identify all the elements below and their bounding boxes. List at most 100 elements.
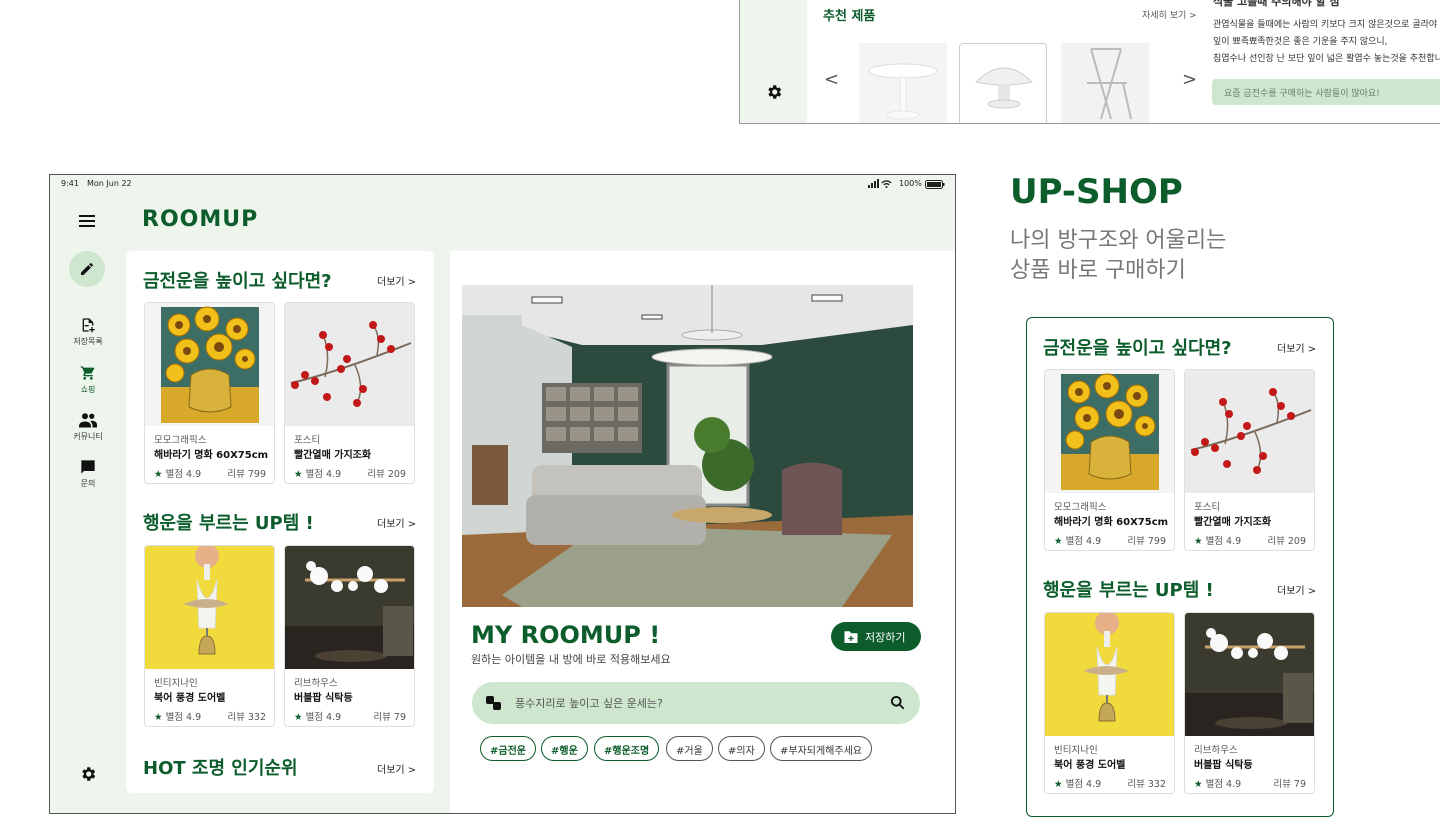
save-button[interactable]: 저장하기: [831, 622, 921, 651]
star-icon: ★: [294, 469, 303, 480]
recommend-more-link[interactable]: 자세히 보기 >: [1142, 8, 1197, 21]
cart-icon: [80, 366, 95, 380]
hashtag-chip[interactable]: #행운: [541, 736, 588, 761]
upshop-subtitle: 나의 방구조와 어울리는 상품 바로 구매하기: [1010, 226, 1226, 286]
product-name: 빨간열매 가지조화: [294, 450, 372, 461]
product-reviews: 리뷰 79: [1273, 779, 1306, 790]
app-logo[interactable]: ROOMUP: [142, 207, 258, 232]
more-link[interactable]: 더보기 >: [1277, 582, 1316, 597]
product-thumb-lamp[interactable]: [959, 43, 1047, 123]
product-reviews: 리뷰 799: [1127, 536, 1166, 547]
sidebar-item-saved[interactable]: 저장목록: [50, 317, 126, 347]
product-reviews: 리뷰 799: [227, 469, 266, 480]
add-folder-icon: [844, 631, 858, 643]
product-brand: 빈티지나인: [1054, 745, 1098, 756]
search-bar[interactable]: 풍수지리로 높이고 싶은 운세는?: [472, 682, 920, 724]
save-list-icon: [82, 318, 95, 333]
star-icon: ★: [154, 469, 163, 480]
section-title: 금전운을 높이고 싶다면?: [1043, 338, 1232, 359]
status-time: 9:41: [61, 179, 79, 188]
mobile-shop-frame: 금전운을 높이고 싶다면? 더보기 > 모모그래픽스 해바라기 명화 60X75…: [1026, 317, 1334, 817]
star-icon: ★: [1194, 536, 1203, 547]
edit-button[interactable]: [69, 251, 105, 287]
sidebar-item-shopping[interactable]: 쇼핑: [50, 365, 126, 395]
sidebar-item-label: 커뮤니티: [73, 432, 103, 441]
product-name: 해바라기 명화 60X75cm: [1054, 517, 1169, 528]
search-icon[interactable]: [890, 695, 905, 710]
carousel-next-button[interactable]: >: [1182, 69, 1197, 90]
upshop-subtitle-line: 상품 바로 구매하기: [1010, 258, 1186, 283]
more-link[interactable]: 더보기 >: [377, 273, 416, 288]
more-link[interactable]: 더보기 >: [1277, 340, 1316, 355]
product-card[interactable]: 포스티 빨간열매 가지조화 ★ 별점 4.9 리뷰 209: [284, 302, 415, 484]
product-card[interactable]: 모모그래픽스 해바라기 명화 60X75cm ★ 별점 4.9 리뷰 799: [144, 302, 275, 484]
carousel-prev-button[interactable]: <: [824, 69, 839, 90]
product-rating: ★ 별점 4.9: [1054, 533, 1101, 547]
hashtag-chip[interactable]: #금전운: [480, 736, 536, 761]
more-link[interactable]: 더보기 >: [377, 515, 416, 530]
room-preview-image[interactable]: [462, 285, 913, 607]
product-card[interactable]: 리브하우스 버블팝 식탁등 ★ 별점 4.9 리뷰 79: [284, 545, 415, 727]
product-name: 버블팝 식탁등: [294, 693, 353, 704]
tablet-app-frame: 9:41 Mon Jun 22 100% ROOMUP 저장목록 쇼핑 커뮤니티…: [49, 174, 956, 814]
hashtag-chip[interactable]: #거울: [666, 736, 713, 761]
product-list-panel: 금전운을 높이고 싶다면? 더보기 > 모모그래픽스 해바라기 명화 60X75…: [126, 251, 434, 793]
hashtag-chip[interactable]: #의자: [718, 736, 765, 761]
sidebar-item-label: 쇼핑: [80, 385, 96, 394]
product-thumb-chair[interactable]: [1061, 43, 1149, 123]
main-title: MY ROOMUP !: [471, 621, 661, 649]
sidebar-item-label: 문의: [80, 479, 96, 488]
tips-line: 침엽수나 선인장 난 보단 잎이 넓은 활엽수 놓는것을 추천합니다.: [1213, 54, 1440, 64]
hashtag-chip[interactable]: #행운조명: [594, 736, 660, 761]
battery-percent: 100%: [899, 179, 922, 188]
star-icon: ★: [294, 712, 303, 723]
product-brand: 빈티지나인: [154, 678, 198, 689]
sidebar-rail: [740, 0, 807, 123]
rating-text: 별점 4.9: [1205, 536, 1242, 547]
product-card[interactable]: 모모그래픽스 해바라기 명화 60X75cm ★ 별점 4.9 리뷰 799: [1044, 369, 1175, 551]
product-thumb-table[interactable]: [859, 43, 947, 123]
hint-banner: 요즘 금전수를 구매하는 사람들이 많아요!: [1212, 79, 1440, 105]
section-title: HOT 조명 인기순위: [143, 758, 298, 779]
status-date: Mon Jun 22: [87, 179, 132, 188]
settings-gear-icon[interactable]: [79, 765, 97, 783]
product-card[interactable]: 빈티지나인 북어 풍경 도어벨 ★ 별점 4.9 리뷰 332: [1044, 612, 1175, 794]
people-icon: [79, 413, 97, 428]
star-icon: ★: [1054, 536, 1063, 547]
hashtag-chip[interactable]: #부자되게해주세요: [770, 736, 872, 761]
rating-text: 별점 4.9: [1205, 779, 1242, 790]
product-image-berry-branch: [1185, 370, 1314, 493]
product-image-sunflower: [1045, 370, 1174, 493]
product-reviews: 리뷰 79: [373, 712, 406, 723]
gear-icon[interactable]: [765, 83, 783, 101]
rating-text: 별점 4.9: [1065, 779, 1102, 790]
product-image-bubble-lamp: [285, 546, 414, 669]
product-image-fish-bell: [1045, 613, 1174, 736]
sidebar-item-label: 저장목록: [73, 337, 103, 346]
product-name: 빨간열매 가지조화: [1194, 517, 1272, 528]
tips-line: 관엽식물을 들때에는 사람의 키보다 크지 않은것으로 골라야 합니다.: [1213, 20, 1440, 30]
product-card[interactable]: 리브하우스 버블팝 식탁등 ★ 별점 4.9 리뷰 79: [1184, 612, 1315, 794]
battery-icon: [925, 180, 945, 191]
upshop-title: UP-SHOP: [1010, 172, 1183, 212]
product-name: 북어 풍경 도어벨: [1054, 760, 1126, 771]
sidebar-item-inquiry[interactable]: 문의: [50, 459, 126, 489]
product-rating: ★ 별점 4.9: [154, 709, 201, 723]
product-brand: 모모그래픽스: [1054, 502, 1107, 513]
sidebar-item-community[interactable]: 커뮤니티: [50, 412, 126, 442]
menu-icon[interactable]: [79, 215, 95, 227]
rating-text: 별점 4.9: [165, 469, 202, 480]
product-brand: 리브하우스: [1194, 745, 1238, 756]
section-title: 행운을 부르는 UP템 !: [1043, 580, 1214, 601]
product-reviews: 리뷰 209: [367, 469, 406, 480]
room-editor-panel: MY ROOMUP ! 원하는 아이템을 내 방에 바로 적용해보세요 저장하기…: [450, 251, 955, 813]
more-link[interactable]: 더보기 >: [377, 761, 416, 776]
rating-text: 별점 4.9: [1065, 536, 1102, 547]
search-input[interactable]: 풍수지리로 높이고 싶은 운세는?: [515, 695, 663, 711]
product-rating: ★ 별점 4.9: [1054, 776, 1101, 790]
save-button-label: 저장하기: [865, 631, 906, 644]
product-brand: 모모그래픽스: [154, 435, 207, 446]
product-card[interactable]: 빈티지나인 북어 풍경 도어벨 ★ 별점 4.9 리뷰 332: [144, 545, 275, 727]
recommend-panel: 추천 제품 자세히 보기 > < > 식물 고를때 주의해야 할 점 관엽식물을…: [739, 0, 1440, 124]
product-card[interactable]: 포스티 빨간열매 가지조화 ★ 별점 4.9 리뷰 209: [1184, 369, 1315, 551]
